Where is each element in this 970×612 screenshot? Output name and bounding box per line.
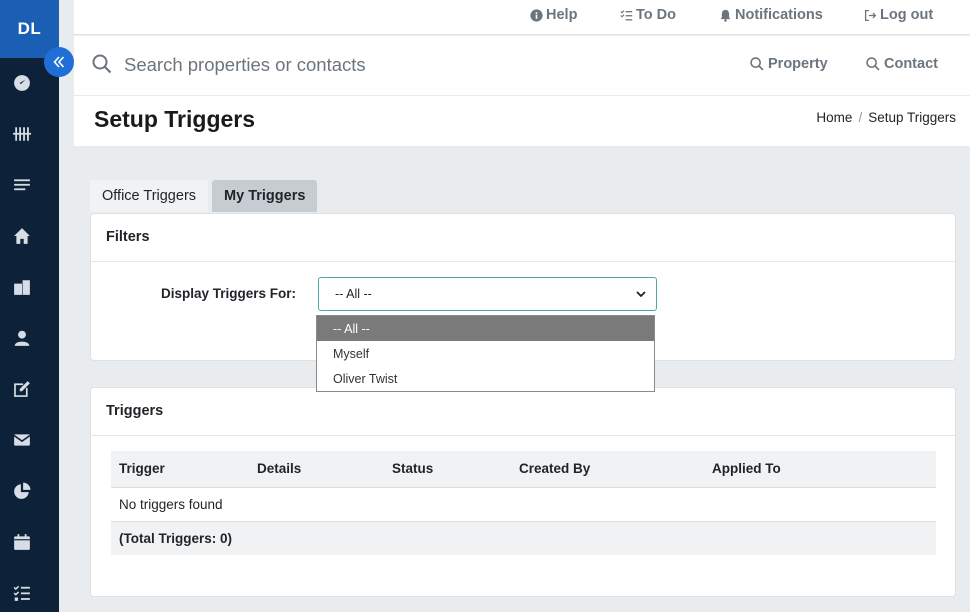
tasks-icon <box>620 9 633 20</box>
breadcrumb-current: Setup Triggers <box>868 110 956 125</box>
property-search-link[interactable]: Property <box>750 56 828 72</box>
todo-link[interactable]: To Do <box>620 7 676 23</box>
logout-icon <box>864 9 877 21</box>
bell-icon <box>720 9 731 22</box>
help-link[interactable]: Help <box>530 7 577 23</box>
dropdown-option-myself[interactable]: Myself <box>317 341 654 366</box>
total-triggers: (Total Triggers: 0) <box>111 520 936 555</box>
column-header-applied-to[interactable]: Applied To <box>704 451 936 488</box>
tally-icon[interactable] <box>12 124 32 144</box>
breadcrumb-home[interactable]: Home <box>816 110 852 125</box>
user-icon[interactable] <box>12 328 32 348</box>
filters-title: Filters <box>91 214 955 262</box>
mail-icon[interactable] <box>12 430 32 450</box>
triggers-table: Trigger Details Status Created By Applie… <box>111 451 936 555</box>
double-chevron-left-icon <box>53 56 65 68</box>
dashboard-icon[interactable] <box>12 73 32 93</box>
triggers-card: Triggers Trigger Details Status Created … <box>90 387 956 597</box>
breadcrumb-separator: / <box>858 110 863 125</box>
search-icon <box>92 54 112 74</box>
breadcrumb: Home / Setup Triggers <box>816 110 956 125</box>
dropdown-option-oliver-twist[interactable]: Oliver Twist <box>317 366 654 391</box>
search-icon <box>750 57 764 71</box>
dropdown-option-all[interactable]: -- All -- <box>317 316 654 341</box>
list-icon[interactable] <box>12 175 32 195</box>
info-icon <box>530 8 543 22</box>
table-total-row: (Total Triggers: 0) <box>111 520 936 555</box>
tab-my-triggers[interactable]: My Triggers <box>212 180 318 212</box>
contact-search-link[interactable]: Contact <box>866 56 938 72</box>
column-header-created-by[interactable]: Created By <box>511 451 704 488</box>
chevron-down-icon <box>636 291 646 298</box>
search-input[interactable] <box>124 50 544 80</box>
building-icon[interactable] <box>12 277 32 297</box>
display-triggers-dropdown: -- All -- Myself Oliver Twist <box>316 315 655 392</box>
column-header-status[interactable]: Status <box>384 451 511 488</box>
sidebar: DL <box>0 0 59 612</box>
trigger-tabs: Office Triggers My Triggers <box>90 180 318 212</box>
calendar-icon[interactable] <box>12 532 32 552</box>
pie-chart-icon[interactable] <box>12 481 32 501</box>
page-header: Setup Triggers Home / Setup Triggers <box>74 96 970 146</box>
empty-message: No triggers found <box>119 496 223 512</box>
search-icon <box>866 57 880 71</box>
display-triggers-label: Display Triggers For: <box>161 286 297 301</box>
checklist-icon[interactable] <box>12 583 32 603</box>
table-row: No triggers found <box>111 487 936 521</box>
notifications-link[interactable]: Notifications <box>719 7 823 23</box>
collapse-sidebar-button[interactable] <box>44 47 74 77</box>
column-header-details[interactable]: Details <box>249 451 384 488</box>
tab-office-triggers[interactable]: Office Triggers <box>90 180 209 212</box>
page-title: Setup Triggers <box>94 106 256 132</box>
home-icon[interactable] <box>12 226 32 246</box>
edit-icon[interactable] <box>12 379 32 399</box>
column-header-trigger[interactable]: Trigger <box>111 451 249 488</box>
main-content: Help To Do Notifications Log out Propert… <box>59 0 970 612</box>
top-navigation: Help To Do Notifications Log out <box>74 0 970 35</box>
logout-link[interactable]: Log out <box>864 7 933 23</box>
triggers-title: Triggers <box>91 388 955 436</box>
display-triggers-select[interactable]: -- All -- <box>318 277 657 311</box>
search-bar: Property Contact <box>74 36 970 95</box>
select-value: -- All -- <box>335 287 372 301</box>
